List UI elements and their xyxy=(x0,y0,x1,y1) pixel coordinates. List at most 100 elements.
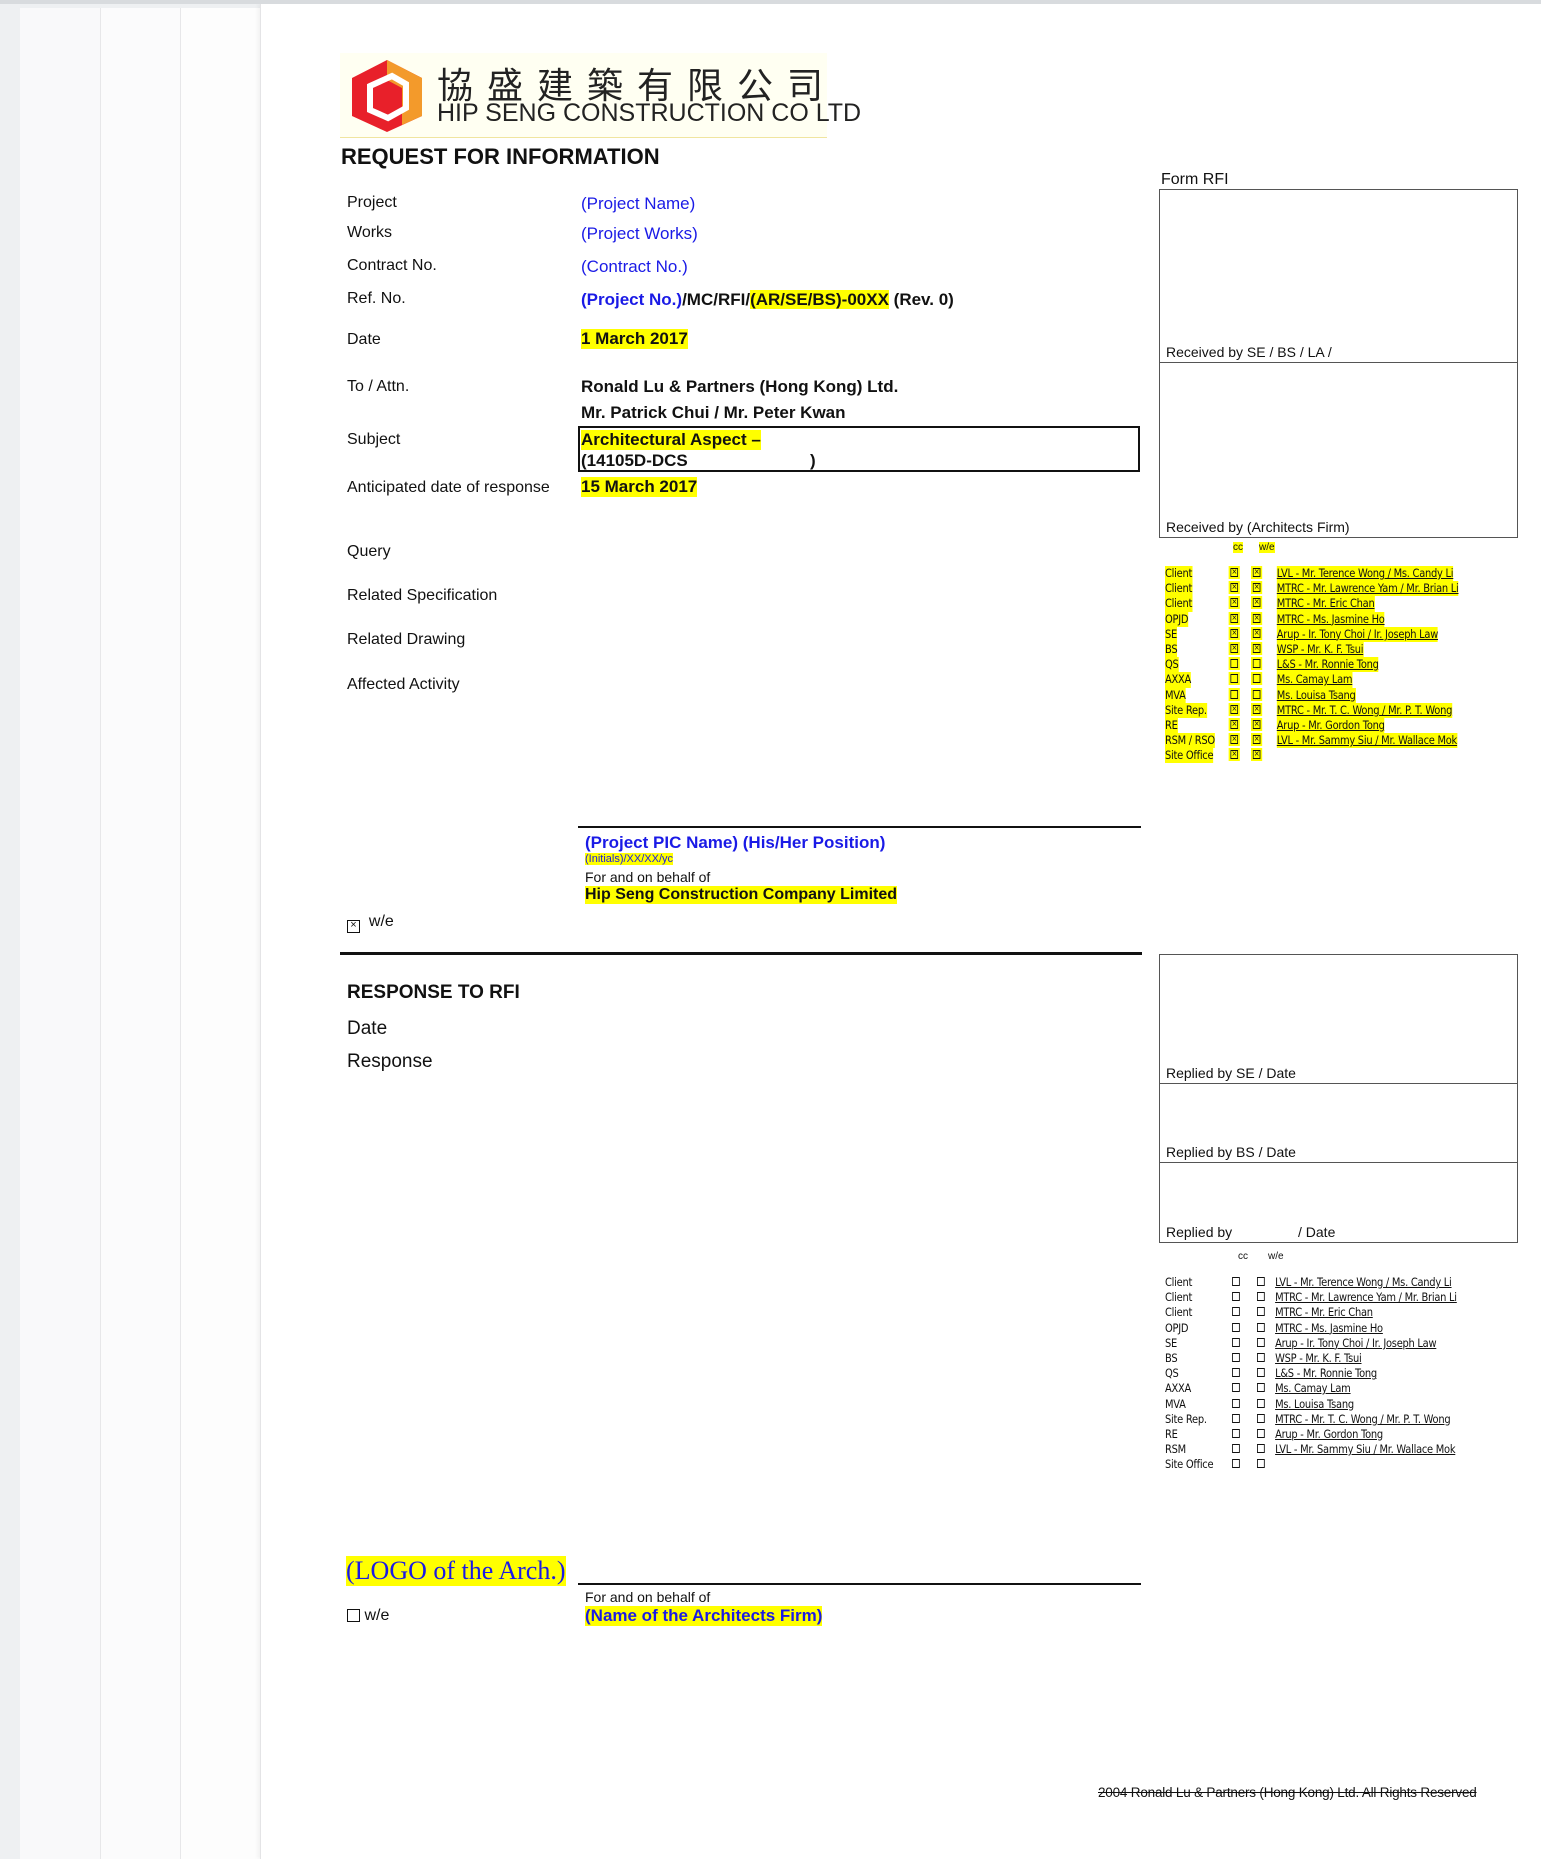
cc-checkbox[interactable] xyxy=(1228,657,1240,671)
cc-checkbox[interactable] xyxy=(1228,672,1240,686)
cc-checkbox[interactable]: × xyxy=(1228,733,1240,747)
we-checkbox-request[interactable]: × w/e xyxy=(347,913,394,933)
distribution-recipient[interactable]: Arup - Ir. Tony Choi / Ir. Joseph Law xyxy=(1276,626,1438,642)
we-checkbox[interactable]: × xyxy=(1250,566,1263,579)
distribution-recipient[interactable]: Ms. Louisa Tsang xyxy=(1275,1397,1354,1412)
we-checkbox[interactable] xyxy=(1257,1352,1265,1362)
we-checkbox[interactable]: × xyxy=(1250,641,1263,655)
cc-checkbox[interactable] xyxy=(1232,1459,1240,1469)
cc-checkbox[interactable] xyxy=(1232,1352,1240,1362)
cc-checkbox[interactable] xyxy=(1232,1307,1240,1317)
distribution-recipient[interactable]: LVL - Mr. Terence Wong / Ms. Candy Li xyxy=(1276,566,1454,582)
cc-checkbox[interactable] xyxy=(1232,1337,1240,1347)
distribution-recipient[interactable]: MTRC - Mr. Eric Chan xyxy=(1276,596,1375,612)
signature-company: Hip Seng Construction Company Limited xyxy=(585,886,898,904)
we-checkbox[interactable] xyxy=(1257,1292,1265,1302)
distribution-recipient[interactable]: MTRC - Mr. Lawrence Yam / Mr. Brian Li xyxy=(1275,1290,1457,1305)
replied-by-label: Replied by xyxy=(1166,1224,1233,1240)
we-checkbox-response[interactable]: w/e xyxy=(347,1607,389,1625)
we-checkbox[interactable] xyxy=(1257,1277,1265,1286)
distribution-recipient[interactable]: Arup - Ir. Tony Choi / Ir. Joseph Law xyxy=(1275,1336,1436,1351)
ref-label: Ref. No. xyxy=(347,290,406,307)
distribution-recipient[interactable]: LVL - Mr. Sammy Siu / Mr. Wallace Mok xyxy=(1276,733,1457,749)
distribution-recipient[interactable]: Arup - Mr. Gordon Tong xyxy=(1276,717,1385,734)
distribution-recipient[interactable]: MTRC - Ms. Jasmine Ho xyxy=(1276,611,1385,627)
cc-checkbox[interactable] xyxy=(1232,1292,1240,1302)
we-checkbox[interactable]: × xyxy=(1250,626,1263,640)
cc-checkbox[interactable]: × xyxy=(1228,566,1240,579)
we-checkbox[interactable]: × xyxy=(1250,611,1263,625)
form-title: REQUEST FOR INFORMATION xyxy=(341,144,660,169)
cc-checkbox[interactable] xyxy=(1232,1383,1240,1393)
we-checkbox[interactable]: × xyxy=(1250,717,1263,731)
ref-project-no: (Project No.) xyxy=(581,290,683,309)
we-checkbox[interactable]: × xyxy=(1250,702,1263,716)
cc-checkbox[interactable] xyxy=(1232,1444,1240,1454)
arch-behalf: For and on behalf of xyxy=(585,1589,711,1605)
we-checkbox[interactable] xyxy=(1257,1459,1265,1469)
cc-checkbox[interactable] xyxy=(1232,1428,1240,1438)
subject-line2: (14105D-DCS xyxy=(581,451,688,470)
viewer-top-edge xyxy=(0,0,1541,4)
project-label: Project xyxy=(347,194,397,211)
distribution-party: SE xyxy=(1165,1335,1178,1350)
distribution-party: QS xyxy=(1165,1366,1179,1381)
we-checkbox[interactable] xyxy=(1250,657,1263,671)
date-label: Date xyxy=(347,331,381,348)
we-checkbox[interactable]: × xyxy=(1250,596,1263,610)
we-checkbox[interactable]: × xyxy=(1250,748,1263,762)
cc-checkbox[interactable]: × xyxy=(1228,611,1240,625)
cc-checkbox[interactable] xyxy=(1232,1322,1240,1332)
distribution-party: RE xyxy=(1165,717,1178,734)
company-name-english: HIP SENG CONSTRUCTION CO LTD xyxy=(437,99,862,127)
distribution-recipient[interactable]: L&S - Mr. Ronnie Tong xyxy=(1276,657,1379,673)
distribution-recipient[interactable]: LVL - Mr. Terence Wong / Ms. Candy Li xyxy=(1275,1275,1452,1290)
cc-checkbox[interactable]: × xyxy=(1228,626,1240,640)
distribution-recipient[interactable]: WSP - Mr. K. F. Tsui xyxy=(1275,1351,1362,1366)
cc-checkbox[interactable]: × xyxy=(1228,702,1240,716)
dist-we-header: w/e xyxy=(1259,542,1275,553)
cc-checkbox[interactable]: × xyxy=(1228,641,1240,655)
cc-checkbox[interactable]: × xyxy=(1228,717,1240,731)
cc-checkbox[interactable]: × xyxy=(1228,596,1240,610)
cc-checkbox[interactable] xyxy=(1228,687,1240,701)
distribution-recipient[interactable]: MTRC - Ms. Jasmine Ho xyxy=(1275,1321,1383,1336)
distribution-recipient[interactable]: WSP - Mr. K. F. Tsui xyxy=(1276,641,1363,658)
received-arch-label: Received by (Architects Firm) xyxy=(1166,519,1350,535)
we-checkbox[interactable] xyxy=(1257,1413,1265,1423)
cc-checkbox[interactable] xyxy=(1232,1398,1240,1408)
dist-cc-header: cc xyxy=(1233,542,1243,553)
we-checkbox[interactable] xyxy=(1257,1398,1265,1408)
distribution-recipient[interactable]: Ms. Camay Lam xyxy=(1276,672,1353,688)
distribution-recipient[interactable]: MTRC - Mr. Lawrence Yam / Mr. Brian Li xyxy=(1276,581,1459,597)
we-label: w/e xyxy=(368,913,394,930)
we-checkbox[interactable] xyxy=(1257,1444,1265,1454)
replied-bs-label: Replied by BS / Date xyxy=(1166,1144,1296,1160)
distribution-recipient[interactable]: MTRC - Mr. T. C. Wong / Mr. P. T. Wong xyxy=(1275,1412,1451,1427)
we-checkbox[interactable] xyxy=(1257,1322,1265,1332)
cc-checkbox[interactable]: × xyxy=(1228,748,1240,762)
cc-checkbox[interactable] xyxy=(1232,1277,1240,1286)
cc-checkbox[interactable] xyxy=(1232,1413,1240,1423)
we-checkbox[interactable]: × xyxy=(1250,581,1263,595)
distribution-recipient[interactable]: Ms. Camay Lam xyxy=(1275,1381,1351,1396)
distribution-recipient[interactable]: L&S - Mr. Ronnie Tong xyxy=(1275,1366,1377,1381)
we-checkbox[interactable] xyxy=(1257,1428,1265,1438)
distribution-recipient[interactable]: MTRC - Mr. T. C. Wong / Mr. P. T. Wong xyxy=(1276,702,1452,718)
cc-checkbox[interactable] xyxy=(1232,1368,1240,1378)
distribution-recipient[interactable]: MTRC - Mr. Eric Chan xyxy=(1275,1305,1373,1320)
anticipated-label: Anticipated date of response xyxy=(347,479,550,496)
distribution-recipient[interactable]: Ms. Louisa Tsang xyxy=(1276,687,1356,703)
works-value: (Project Works) xyxy=(581,224,698,243)
distribution-recipient[interactable]: LVL - Mr. Sammy Siu / Mr. Wallace Mok xyxy=(1275,1442,1455,1457)
we-checkbox[interactable] xyxy=(1257,1307,1265,1317)
we-checkbox[interactable] xyxy=(1250,687,1263,701)
we-checkbox[interactable]: × xyxy=(1250,733,1263,747)
we-checkbox[interactable] xyxy=(1250,672,1263,686)
we-checkbox[interactable] xyxy=(1257,1383,1265,1393)
cc-checkbox[interactable]: × xyxy=(1228,581,1240,595)
distribution-recipient[interactable]: Arup - Mr. Gordon Tong xyxy=(1275,1427,1383,1442)
we-checkbox[interactable] xyxy=(1257,1368,1265,1378)
received-se-label: Received by SE / BS / LA / xyxy=(1166,344,1332,360)
we-checkbox[interactable] xyxy=(1257,1337,1265,1347)
